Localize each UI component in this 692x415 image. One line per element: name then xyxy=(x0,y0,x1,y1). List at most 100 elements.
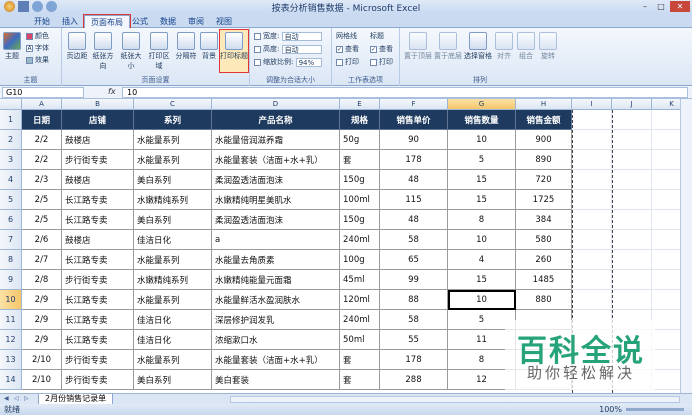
maximize-icon[interactable]: □ xyxy=(654,1,668,12)
table-cell[interactable]: 水能量倍润滋养霜 xyxy=(212,130,340,150)
table-cell[interactable]: 美白套装 xyxy=(212,370,340,390)
gridlines-print-checkbox[interactable]: 打印 xyxy=(336,57,359,67)
column-header-i[interactable]: I xyxy=(572,99,612,110)
tab-view[interactable]: 视图 xyxy=(210,15,238,28)
size-button[interactable]: 纸张大小 xyxy=(118,32,144,71)
table-cell[interactable]: 鼓楼店 xyxy=(62,130,134,150)
table-cell[interactable]: 长江路专卖 xyxy=(62,290,134,310)
theme-effects-button[interactable]: 效果 xyxy=(26,55,49,65)
table-cell[interactable]: 水能量套装（洁面+水+乳） xyxy=(212,350,340,370)
tab-home[interactable]: 开始 xyxy=(28,15,56,28)
table-cell[interactable]: 美白系列 xyxy=(134,210,212,230)
row-header[interactable]: 2 xyxy=(0,130,22,150)
table-cell[interactable]: 50ml xyxy=(340,330,380,350)
table-cell[interactable]: 长江路专卖 xyxy=(62,330,134,350)
column-header-c[interactable]: C xyxy=(134,99,212,110)
table-cell[interactable]: 720 xyxy=(516,170,572,190)
table-cell[interactable]: 长江路专卖 xyxy=(62,190,134,210)
selection-pane-button[interactable]: 选择窗格 xyxy=(464,32,492,61)
table-cell[interactable] xyxy=(572,270,612,290)
table-cell[interactable]: 水能量套装（洁面+水+乳） xyxy=(212,150,340,170)
table-cell[interactable]: 115 xyxy=(380,190,448,210)
table-cell[interactable]: 柔润盈透洁面泡沫 xyxy=(212,170,340,190)
tab-formulas[interactable]: 公式 xyxy=(126,15,154,28)
table-cell[interactable] xyxy=(572,190,612,210)
table-cell[interactable]: 1485 xyxy=(516,270,572,290)
table-cell[interactable]: 65 xyxy=(380,250,448,270)
row-header[interactable]: 7 xyxy=(0,230,22,250)
prev-sheet-icon[interactable]: ◁ xyxy=(14,395,22,403)
table-cell[interactable]: 水嫩精纯能量元面霜 xyxy=(212,270,340,290)
table-cell[interactable]: 88 xyxy=(380,290,448,310)
table-header-cell[interactable]: 日期 xyxy=(22,110,62,130)
next-sheet-icon[interactable]: ▷ xyxy=(24,395,32,403)
themes-button[interactable]: 主题 xyxy=(3,32,21,61)
table-cell[interactable]: 长江路专卖 xyxy=(62,210,134,230)
column-header-h[interactable]: H xyxy=(516,99,572,110)
tab-page-layout[interactable]: 页面布局 xyxy=(83,14,131,29)
table-cell[interactable] xyxy=(572,210,612,230)
table-cell[interactable]: 佳洁日化 xyxy=(134,230,212,250)
table-cell[interactable]: 48 xyxy=(380,210,448,230)
column-header-a[interactable]: A xyxy=(22,99,62,110)
height-combo[interactable]: 自动 xyxy=(281,44,322,54)
table-cell[interactable] xyxy=(572,250,612,270)
table-cell[interactable]: 2/8 xyxy=(22,270,62,290)
gridlines-view-checkbox[interactable]: ✓ 查看 xyxy=(336,44,359,54)
table-cell[interactable]: 佳洁日化 xyxy=(134,310,212,330)
table-cell[interactable] xyxy=(572,230,612,250)
vertical-scrollbar[interactable] xyxy=(680,99,692,393)
close-icon[interactable]: ✕ xyxy=(670,1,690,12)
table-header-cell[interactable]: 系列 xyxy=(134,110,212,130)
column-header-j[interactable]: J xyxy=(612,99,652,110)
table-cell[interactable] xyxy=(612,150,652,170)
table-cell[interactable]: 套 xyxy=(340,150,380,170)
table-cell[interactable]: 288 xyxy=(380,370,448,390)
table-cell[interactable]: 100ml xyxy=(340,190,380,210)
table-cell[interactable]: 美白系列 xyxy=(134,170,212,190)
table-cell[interactable]: 步行街专卖 xyxy=(62,270,134,290)
column-header-b[interactable]: B xyxy=(62,99,134,110)
table-cell[interactable]: 浓缩漱口水 xyxy=(212,330,340,350)
table-cell[interactable]: 900 xyxy=(516,130,572,150)
table-cell[interactable]: 45ml xyxy=(340,270,380,290)
column-header-e[interactable]: E xyxy=(340,99,380,110)
select-all-corner[interactable] xyxy=(0,99,22,110)
fx-icon[interactable]: fx xyxy=(108,87,116,96)
table-cell[interactable]: 100g xyxy=(340,250,380,270)
table-cell[interactable]: 步行街专卖 xyxy=(62,370,134,390)
row-header[interactable]: 14 xyxy=(0,370,22,390)
table-cell[interactable]: 2/9 xyxy=(22,290,62,310)
column-header-g[interactable]: G xyxy=(448,99,516,110)
row-header[interactable]: 6 xyxy=(0,210,22,230)
table-cell[interactable]: 99 xyxy=(380,270,448,290)
table-cell[interactable]: 2/6 xyxy=(22,230,62,250)
table-header-cell[interactable]: 店铺 xyxy=(62,110,134,130)
table-cell[interactable]: 2/5 xyxy=(22,210,62,230)
table-cell[interactable]: 佳洁日化 xyxy=(134,330,212,350)
table-cell[interactable]: 水能量系列 xyxy=(134,250,212,270)
table-cell[interactable]: 58 xyxy=(380,310,448,330)
table-cell[interactable]: 水嫩精纯明星美肌水 xyxy=(212,190,340,210)
row-header[interactable]: 13 xyxy=(0,350,22,370)
print-titles-button[interactable]: 打印标题 xyxy=(219,29,249,73)
table-cell[interactable]: 580 xyxy=(516,230,572,250)
table-cell[interactable]: 长江路专卖 xyxy=(62,250,134,270)
table-cell[interactable]: 套 xyxy=(340,350,380,370)
table-cell[interactable] xyxy=(572,170,612,190)
table-cell[interactable] xyxy=(612,230,652,250)
table-cell[interactable]: 鼓楼店 xyxy=(62,230,134,250)
first-sheet-icon[interactable]: ◀ xyxy=(4,395,12,403)
zoom-level[interactable]: 100% xyxy=(599,404,622,415)
zoom-slider[interactable] xyxy=(626,408,684,411)
table-cell[interactable]: 深层修护润发乳 xyxy=(212,310,340,330)
table-cell[interactable]: 178 xyxy=(380,350,448,370)
table-cell[interactable]: 384 xyxy=(516,210,572,230)
row-header[interactable]: 8 xyxy=(0,250,22,270)
orientation-button[interactable]: 纸张方向 xyxy=(90,32,116,71)
table-cell[interactable]: 260 xyxy=(516,250,572,270)
minimize-icon[interactable]: – xyxy=(638,1,652,12)
table-cell[interactable] xyxy=(572,290,612,310)
row-header[interactable]: 12 xyxy=(0,330,22,350)
column-header-d[interactable]: D xyxy=(212,99,340,110)
